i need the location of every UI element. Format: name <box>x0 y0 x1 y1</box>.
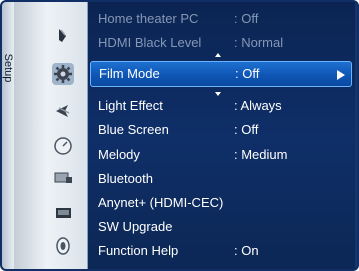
input-icon[interactable] <box>52 167 74 189</box>
menu-item-label: Home theater PC <box>98 11 199 26</box>
menu-item-label: SW Upgrade <box>98 219 173 234</box>
support-icon[interactable] <box>52 235 74 257</box>
menu-item-value: : Off <box>235 66 260 81</box>
menu-item-film-mode[interactable]: Film Mode : Off <box>90 61 352 87</box>
category-icon-column <box>14 2 88 269</box>
menu-item-value: : On <box>234 243 259 258</box>
menu-item-label: HDMI Black Level <box>98 35 202 50</box>
menu-item-label: Light Effect <box>98 98 163 113</box>
menu-item-value: : Always <box>234 98 282 113</box>
menu-item-value: : Normal <box>234 35 284 50</box>
menu-item-value: : Off <box>234 11 259 26</box>
menu-item-function-help[interactable]: Function Help : On <box>88 240 354 262</box>
tv-osd-menu: Setup Home theater PC: Off HDMI Black L… <box>0 0 359 271</box>
scroll-up-arrow-icon[interactable] <box>215 53 221 57</box>
menu-item-hdmi-black-level[interactable]: HDMI Black Level : Normal <box>88 32 354 54</box>
menu-item-bluetooth[interactable]: Bluetooth <box>88 168 354 190</box>
picture-icon[interactable] <box>52 25 74 47</box>
menu-item-anynet[interactable]: Anynet+ (HDMI-CEC) <box>88 192 354 214</box>
menu-item-home-theater-pc[interactable]: Home theater PC : Off <box>88 8 354 30</box>
menu-item-sw-upgrade[interactable]: SW Upgrade <box>88 216 354 238</box>
side-tab-label: Setup <box>2 53 14 83</box>
menu-item-label: Anynet+ (HDMI-CEC) <box>98 195 224 210</box>
menu-item-value: : Off <box>234 122 259 137</box>
menu-item-value: : Medium <box>234 147 288 162</box>
setup-menu-list: Home theater PC : Off HDMI Black Level :… <box>88 2 357 269</box>
application-icon[interactable] <box>52 201 74 223</box>
menu-item-label: Film Mode <box>99 66 160 81</box>
menu-item-light-effect[interactable]: Light Effect : Always <box>88 95 354 117</box>
menu-item-label: Bluetooth <box>98 171 153 186</box>
menu-item-blue-screen[interactable]: Blue Screen : Off <box>88 119 354 141</box>
menu-item-label: Melody <box>98 147 140 162</box>
menu-item-label: Function Help <box>98 243 179 258</box>
menu-item-label: Blue Screen <box>98 122 169 137</box>
channel-dial-icon[interactable] <box>52 135 74 157</box>
submenu-arrow-icon <box>337 70 345 80</box>
sound-icon[interactable] <box>52 100 74 122</box>
setup-gear-icon[interactable] <box>52 63 74 85</box>
menu-right-border <box>355 2 357 269</box>
menu-item-melody[interactable]: Melody : Medium <box>88 144 354 166</box>
setup-side-tab[interactable]: Setup <box>2 2 14 269</box>
